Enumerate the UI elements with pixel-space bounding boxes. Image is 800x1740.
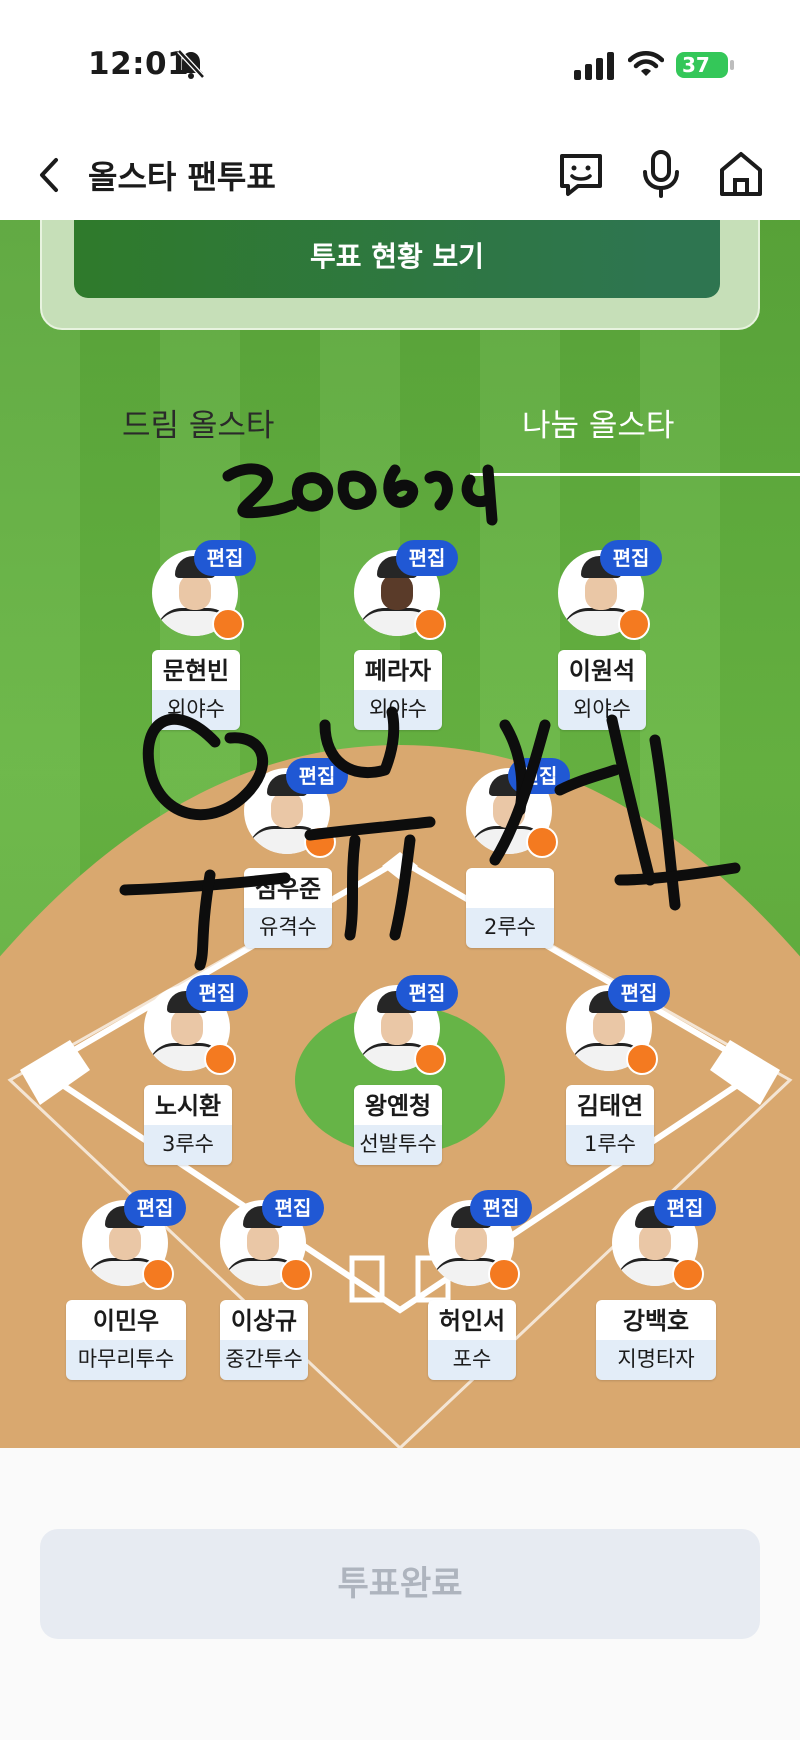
home-icon[interactable] — [716, 148, 766, 200]
player-name — [466, 868, 554, 908]
team-logo-icon — [142, 1258, 174, 1290]
cellular-signal-icon — [574, 52, 614, 80]
bell-slash-icon — [177, 49, 205, 79]
team-logo-icon — [414, 608, 446, 640]
tab-nanum-allstar[interactable]: 나눔 올스타 — [522, 400, 674, 445]
edit-button[interactable]: 편집 — [194, 540, 256, 576]
player-label: 김태연 1루수 — [566, 1085, 654, 1165]
player-position: 외야수 — [152, 690, 240, 730]
page-title: 올스타 팬투표 — [88, 158, 276, 196]
baseball-field: 투표 현황 보기 드림 올스타 나눔 올스타 편집 문현빈 외야수 편집 페라자… — [0, 220, 800, 1448]
team-logo-icon — [280, 1258, 312, 1290]
team-logo-icon — [304, 826, 336, 858]
player-position: 1루수 — [566, 1125, 654, 1165]
edit-button[interactable]: 편집 — [508, 758, 570, 794]
player-name: 이민우 — [66, 1300, 186, 1340]
player-label: 이원석 외야수 — [558, 650, 646, 730]
player-position: 지명타자 — [596, 1340, 716, 1380]
nav-bar: 올스타 팬투표 — [0, 130, 800, 220]
vote-status-button[interactable]: 투표 현황 보기 — [74, 220, 720, 298]
player-position: 2루수 — [466, 908, 554, 948]
player-label: 문현빈 외야수 — [152, 650, 240, 730]
clock-time: 12:01 — [88, 46, 190, 82]
chat-bot-icon[interactable] — [556, 148, 606, 200]
battery-tip — [730, 60, 734, 70]
player-position: 중간투수 — [220, 1340, 308, 1380]
player-label: 2루수 — [466, 868, 554, 948]
player-name: 허인서 — [428, 1300, 516, 1340]
player-label: 왕옌청 선발투수 — [354, 1085, 442, 1165]
player-position: 외야수 — [558, 690, 646, 730]
wifi-icon — [628, 51, 664, 76]
edit-button[interactable]: 편집 — [470, 1190, 532, 1226]
player-name: 노시환 — [144, 1085, 232, 1125]
edit-button[interactable]: 편집 — [654, 1190, 716, 1226]
player-position: 포수 — [428, 1340, 516, 1380]
team-logo-icon — [626, 1043, 658, 1075]
microphone-icon[interactable] — [636, 148, 686, 200]
edit-button[interactable]: 편집 — [286, 758, 348, 794]
battery-icon: 37 — [676, 52, 728, 78]
edit-button[interactable]: 편집 — [124, 1190, 186, 1226]
player-name: 페라자 — [354, 650, 442, 690]
player-label: 페라자 외야수 — [354, 650, 442, 730]
edit-button[interactable]: 편집 — [600, 540, 662, 576]
team-logo-icon — [212, 608, 244, 640]
player-label: 강백호 지명타자 — [596, 1300, 716, 1380]
edit-button[interactable]: 편집 — [262, 1190, 324, 1226]
team-logo-icon — [488, 1258, 520, 1290]
tab-dream-allstar[interactable]: 드림 올스타 — [122, 400, 274, 445]
status-bar: 12:01 37 — [0, 0, 800, 130]
player-name: 김태연 — [566, 1085, 654, 1125]
team-logo-icon — [672, 1258, 704, 1290]
active-tab-indicator — [470, 473, 800, 476]
player-name: 강백호 — [596, 1300, 716, 1340]
back-chevron-icon[interactable] — [30, 150, 70, 200]
edit-button[interactable]: 편집 — [186, 975, 248, 1011]
team-logo-icon — [204, 1043, 236, 1075]
player-label: 이상규 중간투수 — [220, 1300, 308, 1380]
player-position: 3루수 — [144, 1125, 232, 1165]
player-name: 이원석 — [558, 650, 646, 690]
player-label: 허인서 포수 — [428, 1300, 516, 1380]
player-name: 이상규 — [220, 1300, 308, 1340]
team-logo-icon — [618, 608, 650, 640]
player-label: 심우준 유격수 — [244, 868, 332, 948]
player-name: 왕옌청 — [354, 1085, 442, 1125]
player-position: 유격수 — [244, 908, 332, 948]
vote-complete-button[interactable]: 투표완료 — [40, 1529, 760, 1639]
player-position: 마무리투수 — [66, 1340, 186, 1380]
edit-button[interactable]: 편집 — [396, 975, 458, 1011]
player-position: 외야수 — [354, 690, 442, 730]
team-logo-icon — [414, 1043, 446, 1075]
player-name: 문현빈 — [152, 650, 240, 690]
player-name: 심우준 — [244, 868, 332, 908]
player-position: 선발투수 — [354, 1125, 442, 1165]
edit-button[interactable]: 편집 — [608, 975, 670, 1011]
player-label: 노시환 3루수 — [144, 1085, 232, 1165]
edit-button[interactable]: 편집 — [396, 540, 458, 576]
player-label: 이민우 마무리투수 — [66, 1300, 186, 1380]
team-logo-icon — [526, 826, 558, 858]
